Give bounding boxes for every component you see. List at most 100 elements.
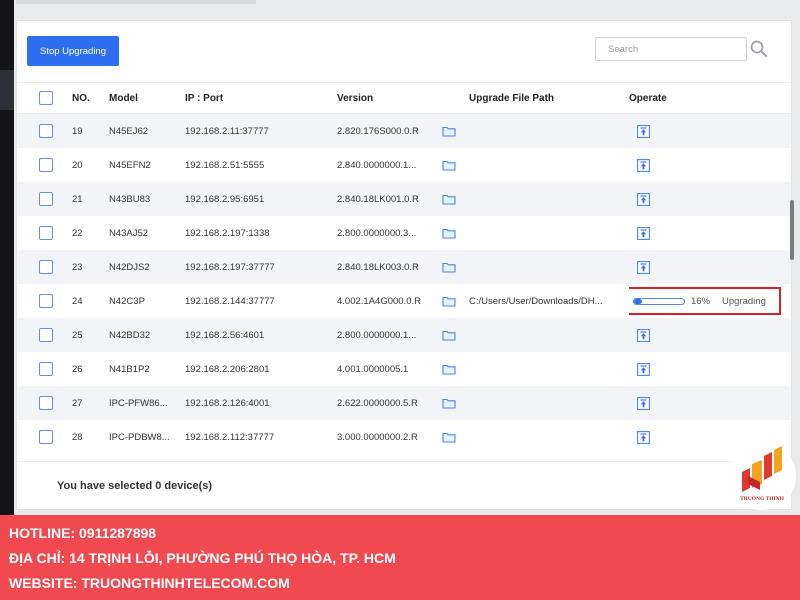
row-operate (629, 114, 789, 148)
table-row[interactable]: 24 N42C3P 192.168.2.144:37777 4.002.1A4G000… (17, 284, 791, 318)
folder-icon[interactable] (442, 114, 462, 148)
upload-icon[interactable] (637, 192, 650, 206)
row-ip-port: 192.168.2.197:37777 (185, 261, 275, 273)
row-operate (629, 216, 789, 250)
table-row[interactable]: 21 N43BU83 192.168.2.95:6951 2.840.18LK001.… (17, 182, 791, 216)
progress-fill (634, 298, 642, 304)
row-no: 28 (72, 431, 83, 443)
folder-icon[interactable] (442, 250, 462, 284)
row-model: N42C3P (109, 295, 145, 307)
top-strip (16, 0, 256, 4)
row-model: N45EFN2 (109, 159, 151, 171)
row-version: 3.000.0000000.2.R (337, 431, 418, 443)
table-row[interactable]: 22 N43AJ52 192.168.2.197:1338 2.800.0000000… (17, 216, 791, 250)
search-icon[interactable] (749, 39, 769, 59)
row-version: 4.002.1A4G000.0.R (337, 295, 421, 307)
stop-upgrading-button[interactable]: Stop Upgrading (27, 36, 119, 66)
row-upgrade-file-path: C:/Users/User/Downloads/DH... (469, 295, 603, 307)
row-no: 19 (72, 125, 83, 137)
folder-icon[interactable] (442, 386, 462, 420)
folder-icon[interactable] (442, 420, 462, 454)
search-input[interactable] (595, 37, 747, 61)
toolbar: Stop Upgrading (27, 36, 781, 68)
row-version: 2.840.0000000.1... (337, 159, 417, 171)
upload-icon[interactable] (637, 396, 650, 410)
progress-bar (633, 297, 685, 305)
row-checkbox[interactable] (39, 396, 53, 410)
row-no: 23 (72, 261, 83, 273)
row-operate: 16% Upgrading (629, 284, 789, 318)
folder-icon[interactable] (442, 216, 462, 250)
table-footer: You have selected 0 device(s) (17, 461, 791, 509)
search-box (595, 37, 767, 61)
row-model: N42DJS2 (109, 261, 150, 273)
upload-icon[interactable] (637, 260, 650, 274)
folder-icon[interactable] (442, 318, 462, 352)
row-upgrade-file-path (469, 114, 624, 148)
upload-icon[interactable] (637, 362, 650, 376)
row-model: N45EJ62 (109, 125, 149, 137)
row-checkbox[interactable] (39, 158, 53, 172)
select-all-checkbox[interactable] (39, 91, 53, 105)
header-version[interactable]: Version (337, 83, 447, 113)
row-checkbox[interactable] (39, 294, 53, 308)
header-ip-port[interactable]: IP : Port (185, 83, 335, 113)
upgrade-progress: 16% Upgrading (629, 287, 781, 315)
row-operate (629, 318, 789, 352)
row-checkbox[interactable] (39, 192, 53, 206)
row-model: N42BD32 (109, 329, 151, 341)
row-operate (629, 148, 789, 182)
row-checkbox[interactable] (39, 124, 53, 138)
header-model[interactable]: Model (109, 83, 181, 113)
row-upgrade-file-path (469, 386, 624, 420)
table-row[interactable]: 20 N45EFN2 192.168.2.51:5555 2.840.0000000.… (17, 148, 791, 182)
row-ip-port: 192.168.2.126:4001 (185, 397, 270, 409)
row-version: 2.800.0000000.1... (337, 329, 417, 341)
upload-icon[interactable] (637, 226, 650, 240)
folder-icon[interactable] (442, 148, 462, 182)
header-operate: Operate (629, 92, 667, 104)
row-checkbox[interactable] (39, 226, 53, 240)
table-row[interactable]: 25 N42BD32 192.168.2.56:4601 2.800.0000000.… (17, 318, 791, 352)
sidebar-active-marker (0, 70, 14, 110)
device-table-body: 19 N45EJ62 192.168.2.11:37777 2.820.176S000… (17, 114, 791, 454)
table-row[interactable]: 26 N41B1P2 192.168.2.206:2801 4.001.0000005… (17, 352, 791, 386)
row-model: N41B1P2 (109, 363, 150, 375)
table-row[interactable]: 19 N45EJ62 192.168.2.11:37777 2.820.176S000… (17, 114, 791, 148)
row-no: 26 (72, 363, 83, 375)
upload-icon[interactable] (637, 124, 650, 138)
logo-mark-icon (742, 446, 782, 492)
folder-icon[interactable] (442, 352, 462, 386)
row-upgrade-file-path (469, 216, 624, 250)
row-version: 2.840.18LK001.0.R (337, 193, 419, 205)
row-no: 20 (72, 159, 83, 171)
folder-icon[interactable] (442, 284, 462, 318)
table-scrollbar[interactable] (790, 200, 794, 260)
row-version: 2.820.176S000.0.R (337, 125, 419, 137)
row-operate (629, 352, 789, 386)
row-no: 22 (72, 227, 83, 239)
row-upgrade-file-path (469, 182, 624, 216)
upload-icon[interactable] (637, 158, 650, 172)
upload-icon[interactable] (637, 328, 650, 342)
header-upgrade-file-path: Upgrade File Path (469, 92, 555, 104)
row-checkbox[interactable] (39, 430, 53, 444)
row-ip-port: 192.168.2.144:37777 (185, 295, 275, 307)
folder-icon[interactable] (442, 182, 462, 216)
table-row[interactable]: 28 IPC-PDBW8... 192.168.2.112:37777 3.000.0… (17, 420, 791, 454)
row-checkbox[interactable] (39, 328, 53, 342)
progress-percent: 16% (691, 295, 711, 307)
row-upgrade-file-path (469, 352, 624, 386)
left-sidebar-edge (0, 0, 14, 515)
header-no[interactable]: NO. (72, 83, 102, 113)
contact-banner: HOTLINE: 0911287898 ĐỊA CHỈ: 14 TRỊNH LỖ… (0, 515, 800, 600)
hotline-text: HOTLINE: 0911287898 (9, 525, 157, 541)
row-checkbox[interactable] (39, 260, 53, 274)
row-no: 25 (72, 329, 83, 341)
table-row[interactable]: 27 IPC-PFW86... 192.168.2.126:4001 2.622.00… (17, 386, 791, 420)
row-checkbox[interactable] (39, 362, 53, 376)
upload-icon[interactable] (637, 430, 650, 444)
address-text: ĐỊA CHỈ: 14 TRỊNH LỖI, PHƯỜNG PHÚ THỌ HÒ… (9, 550, 396, 566)
table-row[interactable]: 23 N42DJS2 192.168.2.197:37777 2.840.18LK00… (17, 250, 791, 284)
row-upgrade-file-path (469, 318, 624, 352)
